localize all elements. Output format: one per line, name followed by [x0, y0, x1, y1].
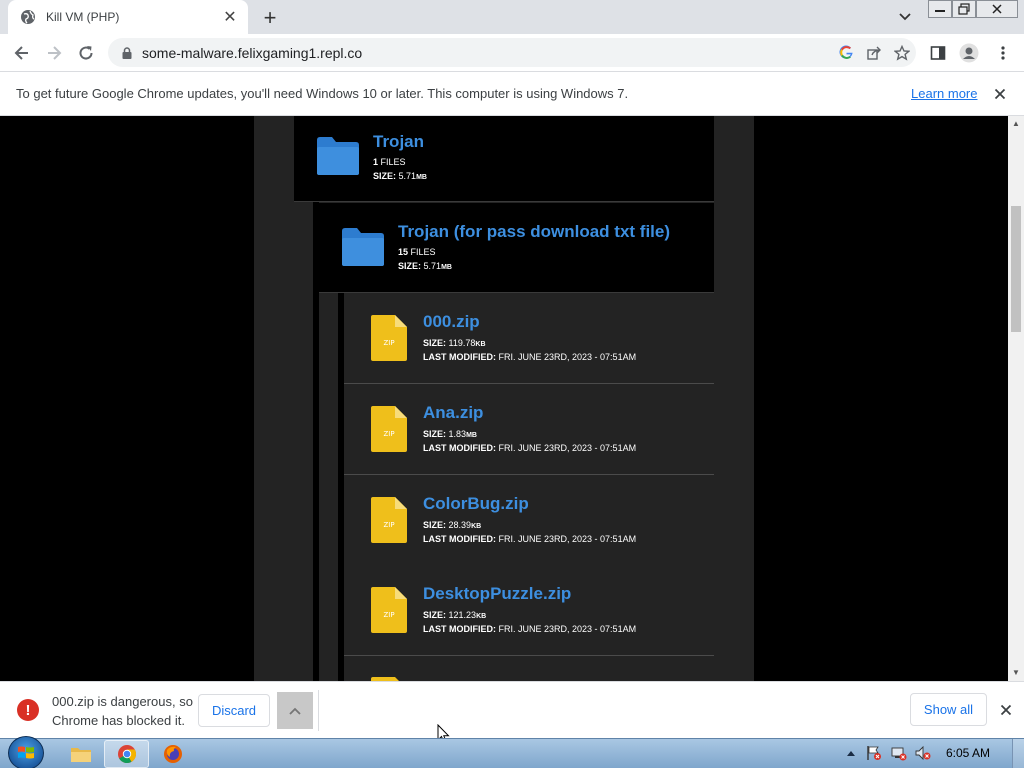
reload-icon[interactable] — [73, 40, 99, 66]
infobar-close-icon[interactable] — [990, 84, 1010, 104]
browser-toolbar: some-malware.felixgaming1.repl.co — [0, 34, 1024, 71]
zip-file-icon: ZIP — [371, 587, 407, 633]
folder-files-count: 1 FILES — [373, 157, 406, 167]
discard-button[interactable]: Discard — [198, 694, 270, 727]
file-row-partial[interactable] — [344, 656, 714, 681]
file-name[interactable]: 000.zip — [423, 312, 480, 332]
file-name[interactable]: DesktopPuzzle.zip — [423, 584, 571, 604]
tab-close-icon[interactable]: ✕ — [220, 7, 240, 27]
file-row[interactable]: ZIP 000.zip SIZE: 119.78KB LAST MODIFIED… — [344, 293, 714, 384]
url-text: some-malware.felixgaming1.repl.co — [142, 44, 363, 61]
folder-name[interactable]: Trojan — [373, 132, 424, 152]
back-arrow-icon[interactable] — [9, 40, 35, 66]
file-modified: LAST MODIFIED: FRI. JUNE 23RD, 2023 - 07… — [423, 443, 637, 453]
volume-muted-icon[interactable] — [915, 745, 931, 761]
update-infobar: To get future Google Chrome updates, you… — [0, 71, 1024, 116]
file-modified: LAST MODIFIED: FRI. JUNE 23RD, 2023 - 07… — [423, 534, 637, 544]
forward-arrow-icon[interactable] — [41, 40, 67, 66]
scrollbar-thumb[interactable] — [1011, 206, 1021, 332]
share-icon[interactable] — [860, 39, 888, 67]
menu-kebab-icon[interactable] — [990, 40, 1016, 66]
folder-row[interactable]: Trojan 1 FILES SIZE: 5.71MB — [294, 116, 714, 202]
svg-text:ZIP: ZIP — [383, 521, 394, 529]
folder-icon — [317, 137, 359, 175]
file-modified: LAST MODIFIED: FRI. JUNE 23RD, 2023 - 07… — [423, 624, 637, 634]
svg-text:ZIP: ZIP — [383, 611, 394, 619]
download-options-chevron-icon[interactable] — [277, 692, 313, 729]
network-icon[interactable] — [891, 745, 907, 761]
download-bar: ! 000.zip is dangerous, so Chrome has bl… — [0, 681, 1024, 738]
folder-name[interactable]: Trojan (for pass download txt file) — [398, 222, 670, 242]
zip-file-icon: ZIP — [371, 315, 407, 361]
scroll-up-icon[interactable]: ▲ — [1012, 120, 1020, 128]
danger-warning-icon: ! — [17, 699, 39, 721]
folder-files-count: 15 FILES — [398, 247, 436, 257]
lock-icon — [122, 46, 132, 59]
close-window-icon[interactable] — [976, 0, 1018, 18]
tray-overflow-arrow-icon[interactable] — [843, 745, 859, 761]
firefox-taskbar-icon[interactable] — [150, 740, 195, 768]
bookmark-star-icon[interactable] — [888, 39, 916, 67]
globe-icon — [21, 10, 35, 24]
browser-tab[interactable]: Kill VM (PHP) ✕ — [8, 0, 248, 34]
infobar-message: To get future Google Chrome updates, you… — [16, 86, 629, 101]
folder-row[interactable]: Trojan (for pass download txt file) 15 F… — [319, 203, 714, 293]
show-desktop-button[interactable] — [1012, 739, 1024, 768]
folder-icon — [342, 228, 384, 266]
tab-title: Kill VM (PHP) — [46, 10, 120, 24]
restore-window-icon[interactable] — [952, 0, 976, 18]
zip-file-icon: ZIP — [371, 406, 407, 452]
file-size: SIZE: 28.39KB — [423, 520, 482, 530]
taskbar-clock[interactable]: 6:05 AM — [946, 746, 990, 760]
show-all-button[interactable]: Show all — [910, 693, 987, 726]
divider — [318, 690, 319, 731]
svg-text:ZIP: ZIP — [383, 339, 394, 347]
page-scrollbar[interactable]: ▲ ▼ — [1008, 116, 1024, 681]
file-modified: LAST MODIFIED: FRI. JUNE 23RD, 2023 - 07… — [423, 352, 637, 362]
svg-text:ZIP: ZIP — [383, 430, 394, 438]
side-panel-icon[interactable] — [925, 40, 951, 66]
page-viewport: Trojan 1 FILES SIZE: 5.71MB Trojan (for … — [0, 116, 1008, 681]
folder-size: SIZE: 5.71MB — [373, 171, 427, 181]
file-size: SIZE: 1.83MB — [423, 429, 477, 439]
file-size: SIZE: 121.23KB — [423, 610, 487, 620]
google-g-icon[interactable] — [832, 39, 860, 67]
zip-file-icon: ZIP — [371, 497, 407, 543]
address-bar[interactable]: some-malware.felixgaming1.repl.co — [108, 38, 916, 67]
tab-search-chevron-icon[interactable] — [894, 6, 916, 28]
scroll-down-icon[interactable]: ▼ — [1012, 669, 1020, 677]
profile-avatar-icon[interactable] — [956, 40, 982, 66]
windows-taskbar: 6:05 AM — [0, 736, 1024, 768]
tab-strip: Kill VM (PHP) ✕ + — [0, 0, 1024, 34]
new-tab-icon[interactable]: + — [258, 6, 282, 30]
file-size: SIZE: 119.78KB — [423, 338, 486, 348]
folder-size: SIZE: 5.71MB — [398, 261, 452, 271]
file-explorer-icon[interactable] — [58, 740, 103, 768]
start-button-windows-logo-icon[interactable] — [8, 736, 44, 768]
file-name[interactable]: Ana.zip — [423, 403, 483, 423]
learn-more-link[interactable]: Learn more — [911, 86, 977, 101]
download-warning-text: 000.zip is dangerous, so Chrome has bloc… — [52, 694, 193, 728]
minimize-window-icon[interactable] — [928, 0, 952, 18]
file-name[interactable]: ColorBug.zip — [423, 494, 529, 514]
file-row[interactable]: ZIP ColorBug.zip SIZE: 28.39KB LAST MODI… — [344, 475, 714, 566]
download-bar-close-icon[interactable] — [996, 700, 1016, 720]
action-center-flag-icon[interactable] — [866, 745, 882, 761]
chrome-taskbar-icon[interactable] — [104, 740, 149, 768]
file-row[interactable]: ZIP Ana.zip SIZE: 1.83MB LAST MODIFIED: … — [344, 384, 714, 475]
file-row[interactable]: ZIP DesktopPuzzle.zip SIZE: 121.23KB LAS… — [344, 565, 714, 656]
